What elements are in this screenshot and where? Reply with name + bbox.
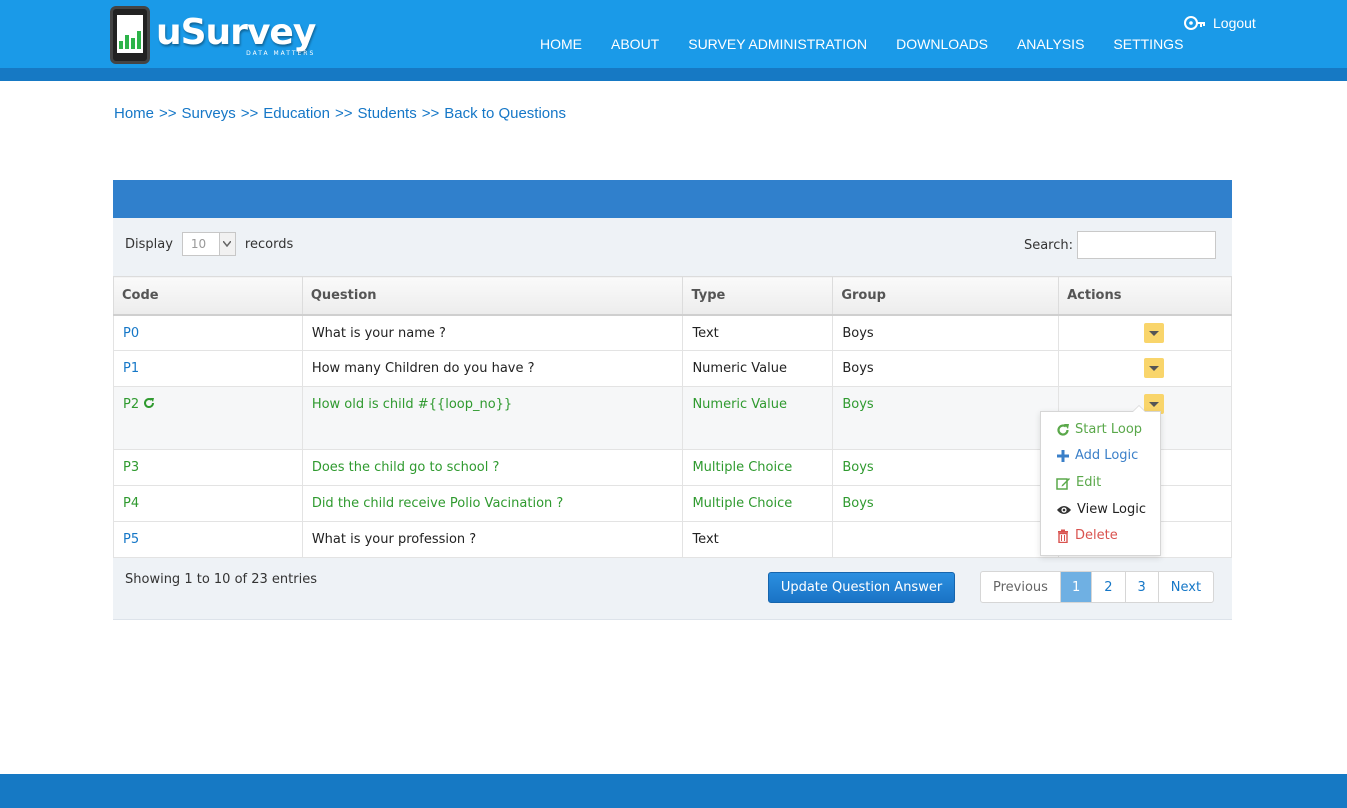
table-info: Showing 1 to 10 of 23 entries — [125, 572, 317, 587]
question-type: Numeric Value — [682, 386, 834, 450]
breadcrumb-separator: >> — [334, 105, 353, 122]
menu-item-label: Delete — [1075, 528, 1118, 543]
question-code[interactable]: P4 — [113, 485, 303, 522]
menu-item-label: Start Loop — [1075, 422, 1143, 437]
records-label: records — [244, 236, 294, 252]
menu-item-label: View Logic — [1077, 502, 1146, 517]
question-code[interactable]: P3 — [113, 449, 303, 486]
logout-link[interactable]: Logout — [1184, 14, 1256, 32]
question-group: Boys — [832, 449, 1060, 486]
nav-downloads[interactable]: DOWNLOADS — [896, 36, 988, 52]
table-row: P0 What is your name ? Text Boys — [113, 314, 1232, 351]
question-code[interactable]: P0 — [113, 314, 303, 351]
panel-header — [113, 180, 1232, 218]
nav-about[interactable]: ABOUT — [611, 36, 659, 52]
question-group — [832, 521, 1060, 558]
breadcrumb-education[interactable]: Education — [263, 105, 330, 122]
question-text: How many Children do you have ? — [301, 350, 684, 387]
menu-item-label: Add Logic — [1075, 448, 1139, 463]
question-group: Boys — [832, 485, 1060, 522]
column-header-type[interactable]: Type — [682, 276, 834, 316]
menu-item-edit[interactable]: Edit — [1056, 475, 1101, 490]
question-group: Boys — [832, 314, 1060, 351]
page-size-value: 10 — [190, 237, 207, 251]
menu-item-label: Edit — [1076, 475, 1102, 490]
column-header-question[interactable]: Question — [301, 276, 684, 316]
main-nav: HOME ABOUT SURVEY ADMINISTRATION DOWNLOA… — [540, 36, 1212, 52]
column-header-code[interactable]: Code — [113, 276, 303, 316]
breadcrumb: Home >> Surveys >> Education >> Students… — [114, 105, 566, 122]
eye-icon — [1057, 505, 1071, 514]
loop-icon — [143, 397, 155, 413]
logout-label: Logout — [1213, 15, 1256, 31]
question-code[interactable]: P5 — [113, 521, 303, 558]
phone-chart-icon — [110, 6, 150, 64]
menu-item-add-logic[interactable]: Add Logic — [1056, 448, 1138, 463]
refresh-icon — [1057, 423, 1069, 436]
question-type: Multiple Choice — [682, 449, 834, 486]
nav-home[interactable]: HOME — [540, 36, 582, 52]
breadcrumb-back-to-questions[interactable]: Back to Questions — [444, 105, 566, 122]
pagination-page-3[interactable]: 3 — [1124, 572, 1158, 602]
question-group: Boys — [832, 386, 1060, 450]
question-type: Text — [682, 521, 834, 558]
menu-item-view-logic[interactable]: View Logic — [1056, 502, 1146, 517]
search-input[interactable] — [1077, 231, 1216, 259]
table-row: P1 How many Children do you have ? Numer… — [113, 350, 1232, 387]
search-control: Search: — [1024, 231, 1216, 259]
search-label: Search: — [1023, 237, 1073, 253]
pagination-page-2[interactable]: 2 — [1091, 572, 1124, 602]
page-size-select[interactable]: 10 — [181, 232, 236, 256]
breadcrumb-home[interactable]: Home — [114, 105, 154, 122]
actions-dropdown-menu: Start Loop Add Logic Edit View Logic Del… — [1040, 405, 1161, 556]
question-text: What is your name ? — [301, 314, 684, 351]
header-strip — [0, 68, 1347, 81]
breadcrumb-separator: >> — [159, 105, 177, 122]
actions-dropdown-button[interactable] — [1144, 358, 1165, 378]
question-type: Multiple Choice — [682, 485, 834, 522]
pagination-previous[interactable]: Previous — [981, 572, 1060, 602]
pagination-page-1[interactable]: 1 — [1059, 572, 1092, 602]
actions-dropdown-button[interactable] — [1144, 322, 1165, 343]
question-code[interactable]: P2 — [123, 397, 139, 412]
plus-icon — [1057, 449, 1069, 462]
question-text: What is your profession ? — [301, 521, 684, 558]
brand-tagline: DATA MATTERS — [246, 49, 316, 57]
usurvey-logo[interactable]: uSurvey DATA MATTERS — [110, 4, 316, 66]
pagination: Previous 1 2 3 Next — [980, 571, 1215, 603]
key-icon — [1184, 16, 1205, 30]
question-type: Text — [682, 314, 834, 351]
nav-analysis[interactable]: ANALYSIS — [1017, 36, 1084, 52]
breadcrumb-surveys[interactable]: Surveys — [182, 105, 236, 122]
question-type: Numeric Value — [682, 350, 834, 387]
question-text: Does the child go to school ? — [301, 449, 684, 486]
breadcrumb-separator: >> — [240, 105, 259, 122]
question-text: Did the child receive Polio Vacination ? — [301, 485, 684, 522]
trash-icon — [1058, 529, 1068, 543]
question-text: How old is child #{{loop_no}} — [301, 386, 684, 450]
brand-name: uSurvey — [156, 11, 316, 53]
top-header: uSurvey DATA MATTERS HOME ABOUT SURVEY A… — [0, 0, 1347, 68]
question-code[interactable]: P1 — [113, 350, 303, 387]
actions-cell — [1058, 314, 1232, 351]
column-header-actions: Actions — [1058, 276, 1232, 316]
chevron-down-icon — [218, 233, 235, 255]
menu-item-delete[interactable]: Delete — [1056, 528, 1118, 543]
page-size-control: Display 10 records — [125, 232, 293, 256]
edit-icon — [1056, 477, 1070, 490]
actions-cell — [1058, 350, 1232, 387]
display-label: Display — [125, 236, 173, 252]
column-header-group[interactable]: Group — [832, 276, 1060, 316]
breadcrumb-students[interactable]: Students — [358, 105, 417, 122]
pagination-next[interactable]: Next — [1157, 572, 1213, 602]
nav-settings[interactable]: SETTINGS — [1113, 36, 1183, 52]
menu-item-start-loop[interactable]: Start Loop — [1056, 422, 1142, 437]
question-group: Boys — [832, 350, 1060, 387]
update-question-answer-button[interactable]: Update Question Answer — [768, 572, 955, 603]
page-footer — [0, 774, 1347, 808]
nav-survey-administration[interactable]: SURVEY ADMINISTRATION — [688, 36, 867, 52]
breadcrumb-separator: >> — [421, 105, 440, 122]
